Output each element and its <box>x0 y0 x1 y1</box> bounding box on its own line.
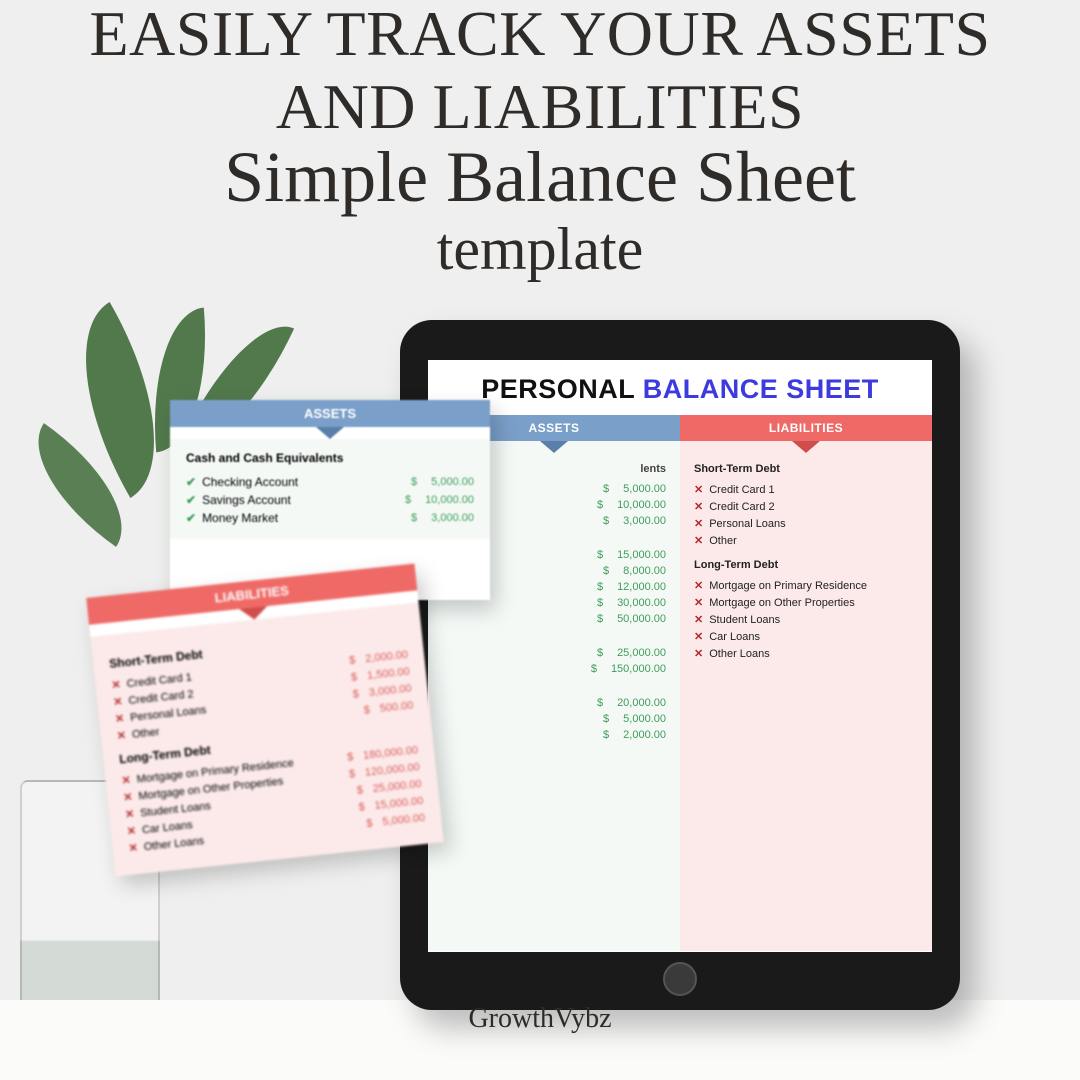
asset-amount: 8,000.00 <box>603 565 666 577</box>
asset-amount: 50,000.00 <box>597 613 666 625</box>
asset-amount: 5,000.00 <box>411 476 474 488</box>
short-term-debt-title: Short-Term Debt <box>694 463 918 475</box>
asset-amount: 12,000.00 <box>597 581 666 593</box>
x-icon: ✕ <box>111 678 122 692</box>
x-icon: ✕ <box>116 729 127 743</box>
asset-amount: 10,000.00 <box>597 499 666 511</box>
sheet-title-part1: PERSONAL <box>481 374 643 404</box>
x-icon: ✕ <box>123 790 134 804</box>
x-icon: ✕ <box>694 517 703 530</box>
brand-name: GrowthVybz <box>0 1003 1080 1035</box>
asset-amount: 20,000.00 <box>597 697 666 709</box>
x-icon: ✕ <box>128 841 139 855</box>
check-icon: ✔ <box>186 511 196 525</box>
asset-amount: 30,000.00 <box>597 597 666 609</box>
chevron-down-icon <box>540 441 568 453</box>
liability-label: Car Loans <box>709 631 760 643</box>
assets-card-header: ASSETS <box>170 400 490 427</box>
tablet-liabilities-header: LIABILITIES <box>680 415 932 441</box>
x-icon: ✕ <box>694 613 703 626</box>
check-icon: ✔ <box>186 475 196 489</box>
liability-label: Mortgage on Other Properties <box>709 597 855 609</box>
liability-amount: 500.00 <box>363 699 414 716</box>
tablet-home-button[interactable] <box>663 962 697 996</box>
headline-line1: EASILY TRACK YOUR ASSETS <box>0 0 1080 67</box>
x-icon: ✕ <box>694 579 703 592</box>
x-icon: ✕ <box>126 824 137 838</box>
tablet-liabilities-column: LIABILITIES Short-Term Debt ✕ Credit Card… <box>680 415 932 951</box>
asset-amount: 2,000.00 <box>603 729 666 741</box>
liability-label: Student Loans <box>709 614 780 626</box>
asset-amount: 25,000.00 <box>597 647 666 659</box>
liability-label: Personal Loans <box>709 518 785 530</box>
asset-amount: 3,000.00 <box>603 515 666 527</box>
x-icon: ✕ <box>121 773 132 787</box>
liability-label: Credit Card 2 <box>709 501 774 513</box>
liability-label: Mortgage on Primary Residence <box>709 580 867 592</box>
liability-label: Other Loans <box>143 835 204 853</box>
asset-amount: 3,000.00 <box>411 512 474 524</box>
x-icon: ✕ <box>694 500 703 513</box>
liability-label: Credit Card 1 <box>709 484 774 496</box>
check-icon: ✔ <box>186 493 196 507</box>
liability-label: Other <box>709 535 737 547</box>
x-icon: ✕ <box>113 695 124 709</box>
asset-label: Money Market <box>202 511 278 525</box>
liabilities-preview-card: LIABILITIES Short-Term Debt ✕Credit Card… <box>86 564 443 877</box>
subheadline-line2: template <box>0 215 1080 284</box>
x-icon: ✕ <box>694 596 703 609</box>
sheet-title-part2: BALANCE SHEET <box>643 374 879 404</box>
asset-amount: 5,000.00 <box>603 483 666 495</box>
long-term-debt-title: Long-Term Debt <box>694 559 918 571</box>
x-icon: ✕ <box>694 630 703 643</box>
assets-preview-card: ASSETS Cash and Cash Equivalents ✔ Checki… <box>170 400 490 600</box>
liability-label: Other <box>131 726 160 741</box>
assets-card-group-title: Cash and Cash Equivalents <box>186 451 474 465</box>
asset-amount: 15,000.00 <box>597 549 666 561</box>
asset-label: Savings Account <box>202 493 291 507</box>
asset-amount: 10,000.00 <box>405 494 474 506</box>
asset-amount: 5,000.00 <box>603 713 666 725</box>
x-icon: ✕ <box>694 483 703 496</box>
liability-label: Other Loans <box>709 648 770 660</box>
liability-amount: 5,000.00 <box>366 811 426 829</box>
asset-label: Checking Account <box>202 475 298 489</box>
subheadline-line1: Simple Balance Sheet <box>0 140 1080 216</box>
sheet-title: PERSONAL BALANCE SHEET <box>428 360 932 415</box>
chevron-down-icon <box>792 441 820 453</box>
x-icon: ✕ <box>124 807 135 821</box>
x-icon: ✕ <box>694 534 703 547</box>
headline-line2: AND LIABILITIES <box>0 70 1080 144</box>
chevron-down-icon <box>316 427 344 439</box>
asset-amount: 150,000.00 <box>591 663 666 675</box>
tablet-screen: PERSONAL BALANCE SHEET ASSETS lents 5,00… <box>428 360 932 952</box>
x-icon: ✕ <box>694 647 703 660</box>
x-icon: ✕ <box>114 712 125 726</box>
